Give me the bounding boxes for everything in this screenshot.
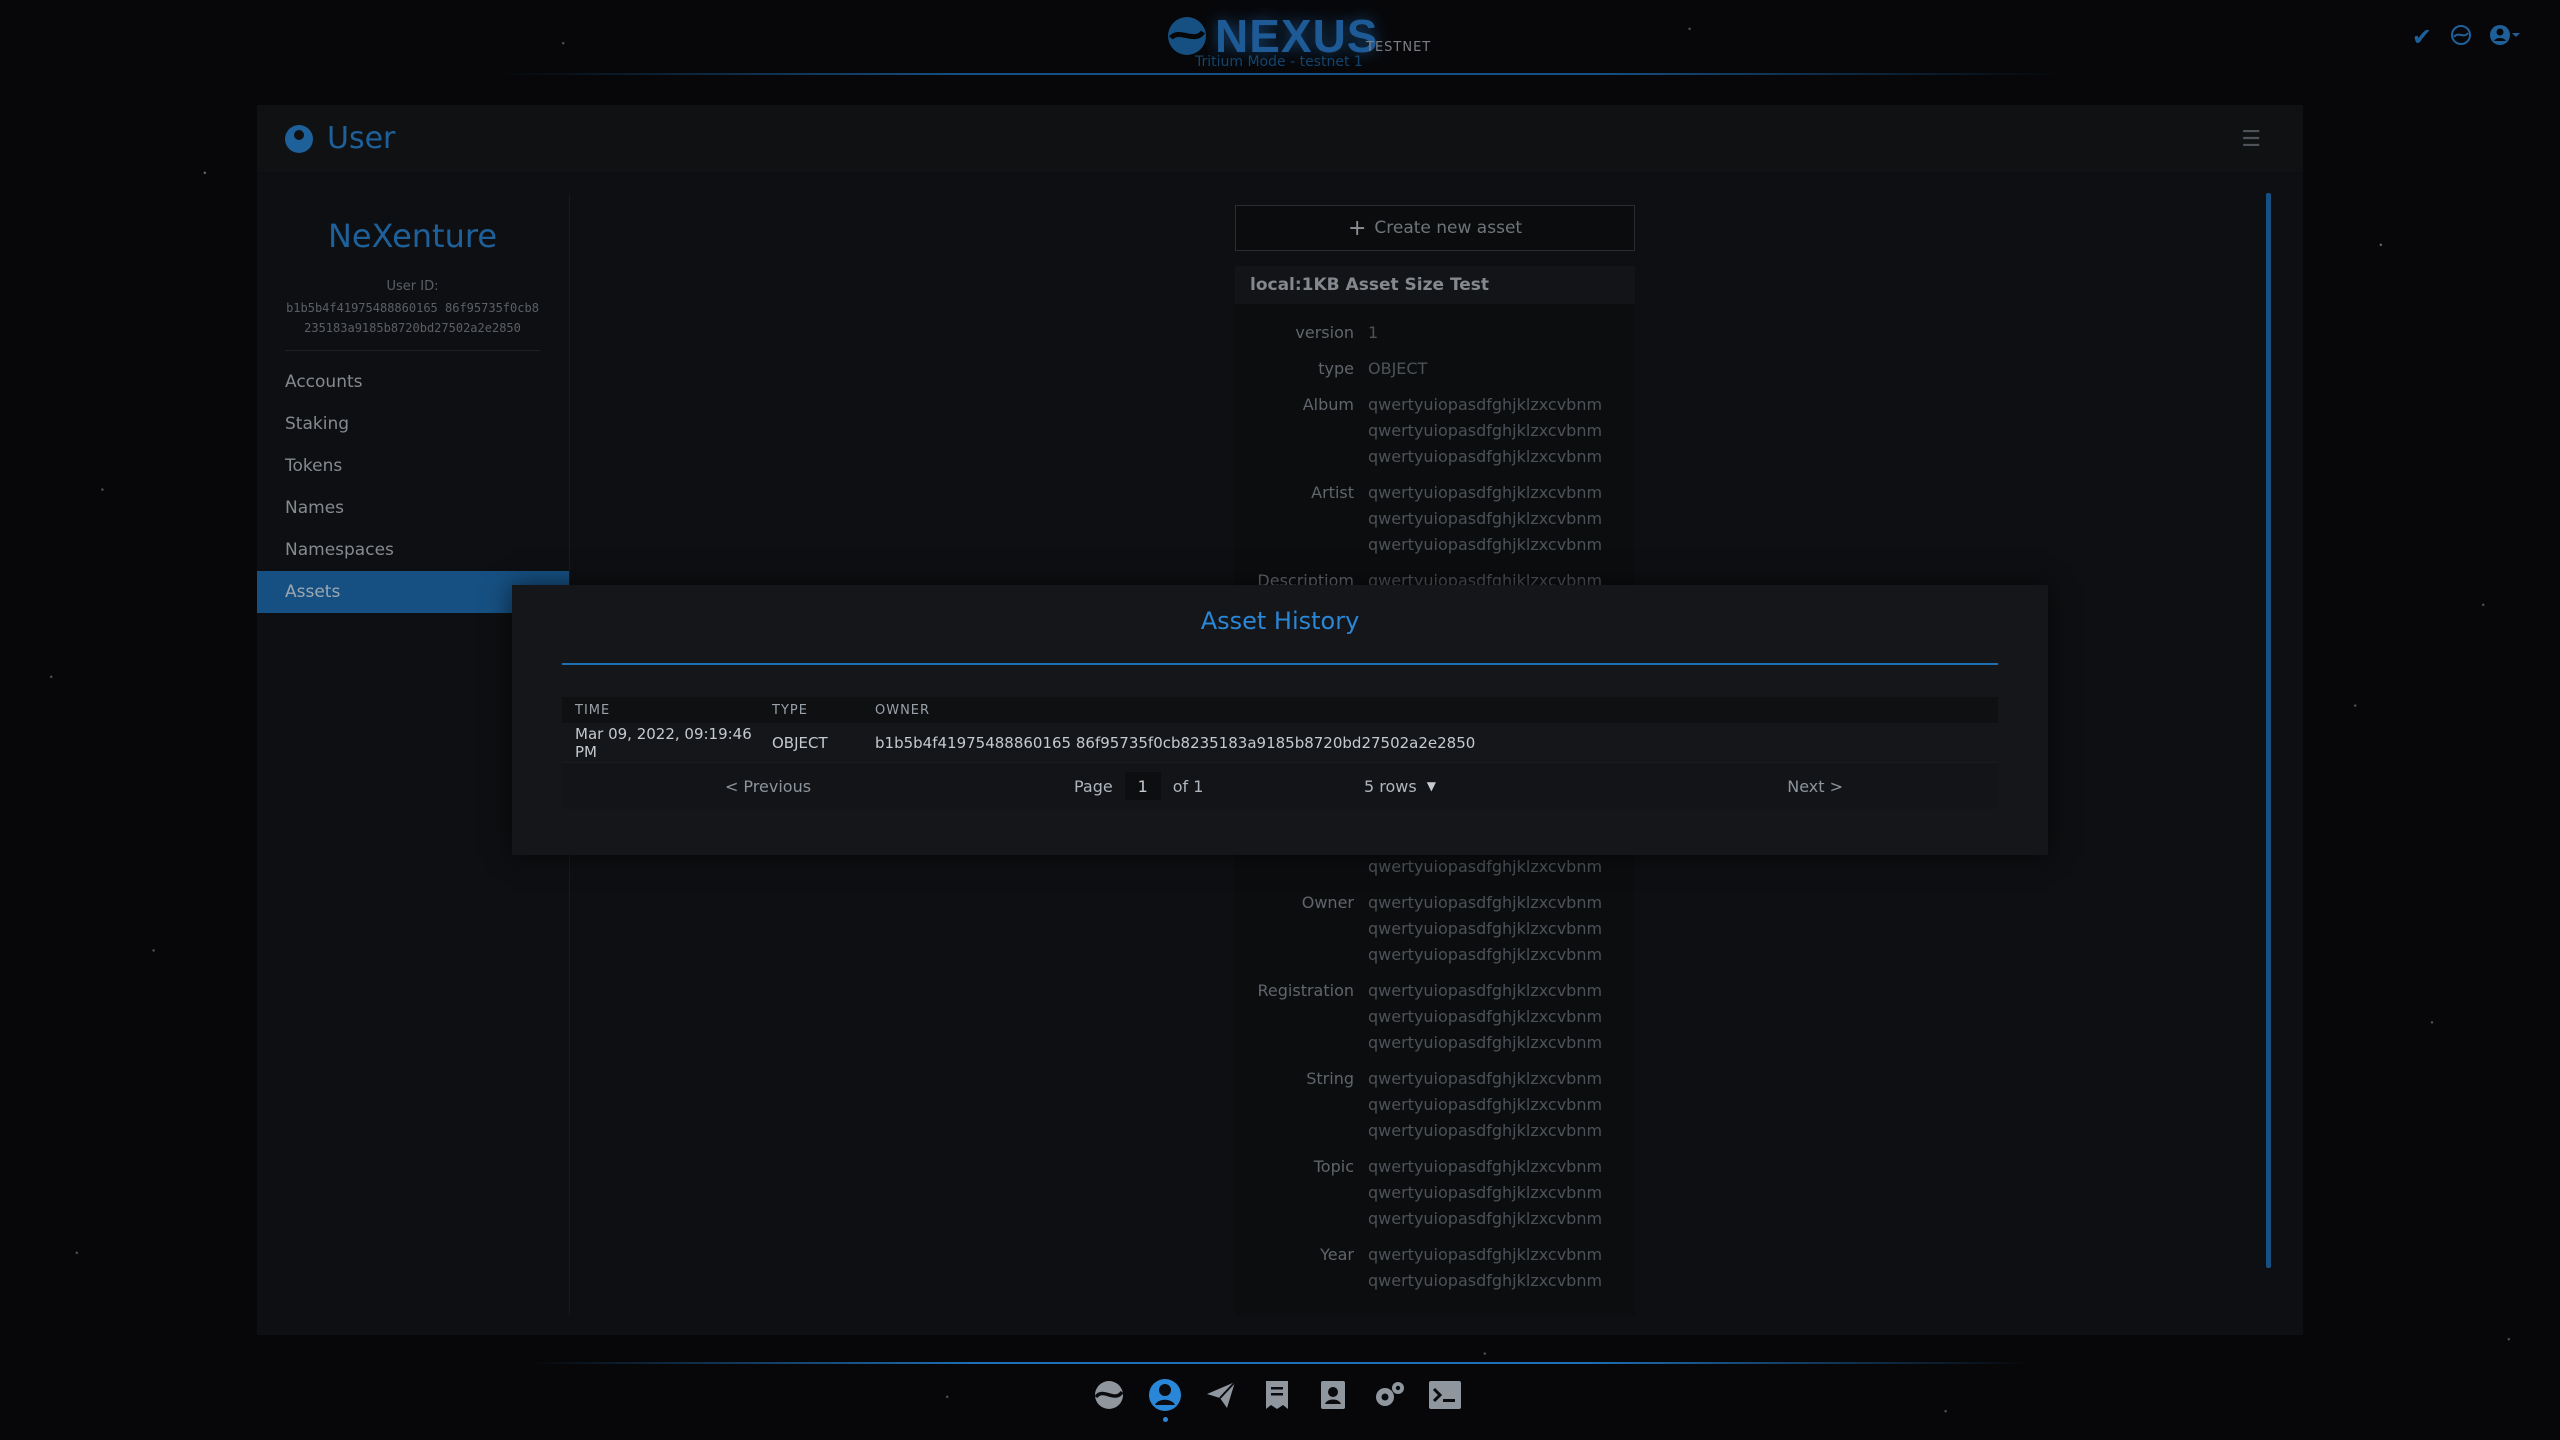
table-pagination: < Previous Page of 1 5 rows ▼ Next > bbox=[562, 763, 1998, 809]
dock-divider bbox=[530, 1362, 2030, 1364]
history-table: TIME TYPE OWNER Mar 09, 2022, 09:19:46 P… bbox=[562, 697, 1998, 809]
rows-per-page-value: 5 rows bbox=[1364, 776, 1417, 796]
bottom-dock bbox=[1090, 1376, 1464, 1422]
asset-history-modal: Asset History TIME TYPE OWNER Mar 09, 20… bbox=[512, 585, 2048, 855]
cell-time: Mar 09, 2022, 09:19:46 PM bbox=[575, 724, 752, 761]
column-header-type[interactable]: TYPE bbox=[772, 703, 872, 718]
page-indicator: Page of 1 bbox=[974, 772, 1294, 800]
overview-icon[interactable] bbox=[1090, 1376, 1128, 1414]
transactions-icon[interactable] bbox=[1258, 1376, 1296, 1414]
page-label: Page bbox=[1074, 776, 1113, 796]
table-header: TIME TYPE OWNER bbox=[562, 697, 1998, 723]
cell-type: OBJECT bbox=[772, 733, 828, 752]
cell-owner: b1b5b4f41975488860165 86f95735f0cb823518… bbox=[875, 733, 1476, 752]
table-row[interactable]: Mar 09, 2022, 09:19:46 PM OBJECT b1b5b4f… bbox=[562, 723, 1998, 763]
next-page-button[interactable]: Next > bbox=[1514, 777, 1998, 796]
previous-page-button[interactable]: < Previous bbox=[562, 777, 974, 796]
address-book-icon[interactable] bbox=[1314, 1376, 1352, 1414]
console-icon[interactable] bbox=[1426, 1376, 1464, 1414]
chevron-down-icon: ▼ bbox=[1426, 779, 1436, 793]
settings-icon[interactable] bbox=[1370, 1376, 1408, 1414]
modal-title: Asset History bbox=[1200, 607, 1360, 635]
modal-title-divider bbox=[562, 663, 1998, 665]
column-header-time[interactable]: TIME bbox=[562, 703, 772, 718]
send-icon[interactable] bbox=[1202, 1376, 1240, 1414]
user-icon[interactable] bbox=[1146, 1376, 1184, 1422]
table-body: Mar 09, 2022, 09:19:46 PM OBJECT b1b5b4f… bbox=[562, 723, 1998, 763]
rows-per-page-select[interactable]: 5 rows ▼ bbox=[1294, 777, 1514, 796]
page-total: of 1 bbox=[1172, 776, 1204, 796]
column-header-owner[interactable]: OWNER bbox=[872, 703, 1998, 718]
page-number-input[interactable] bbox=[1124, 772, 1161, 800]
